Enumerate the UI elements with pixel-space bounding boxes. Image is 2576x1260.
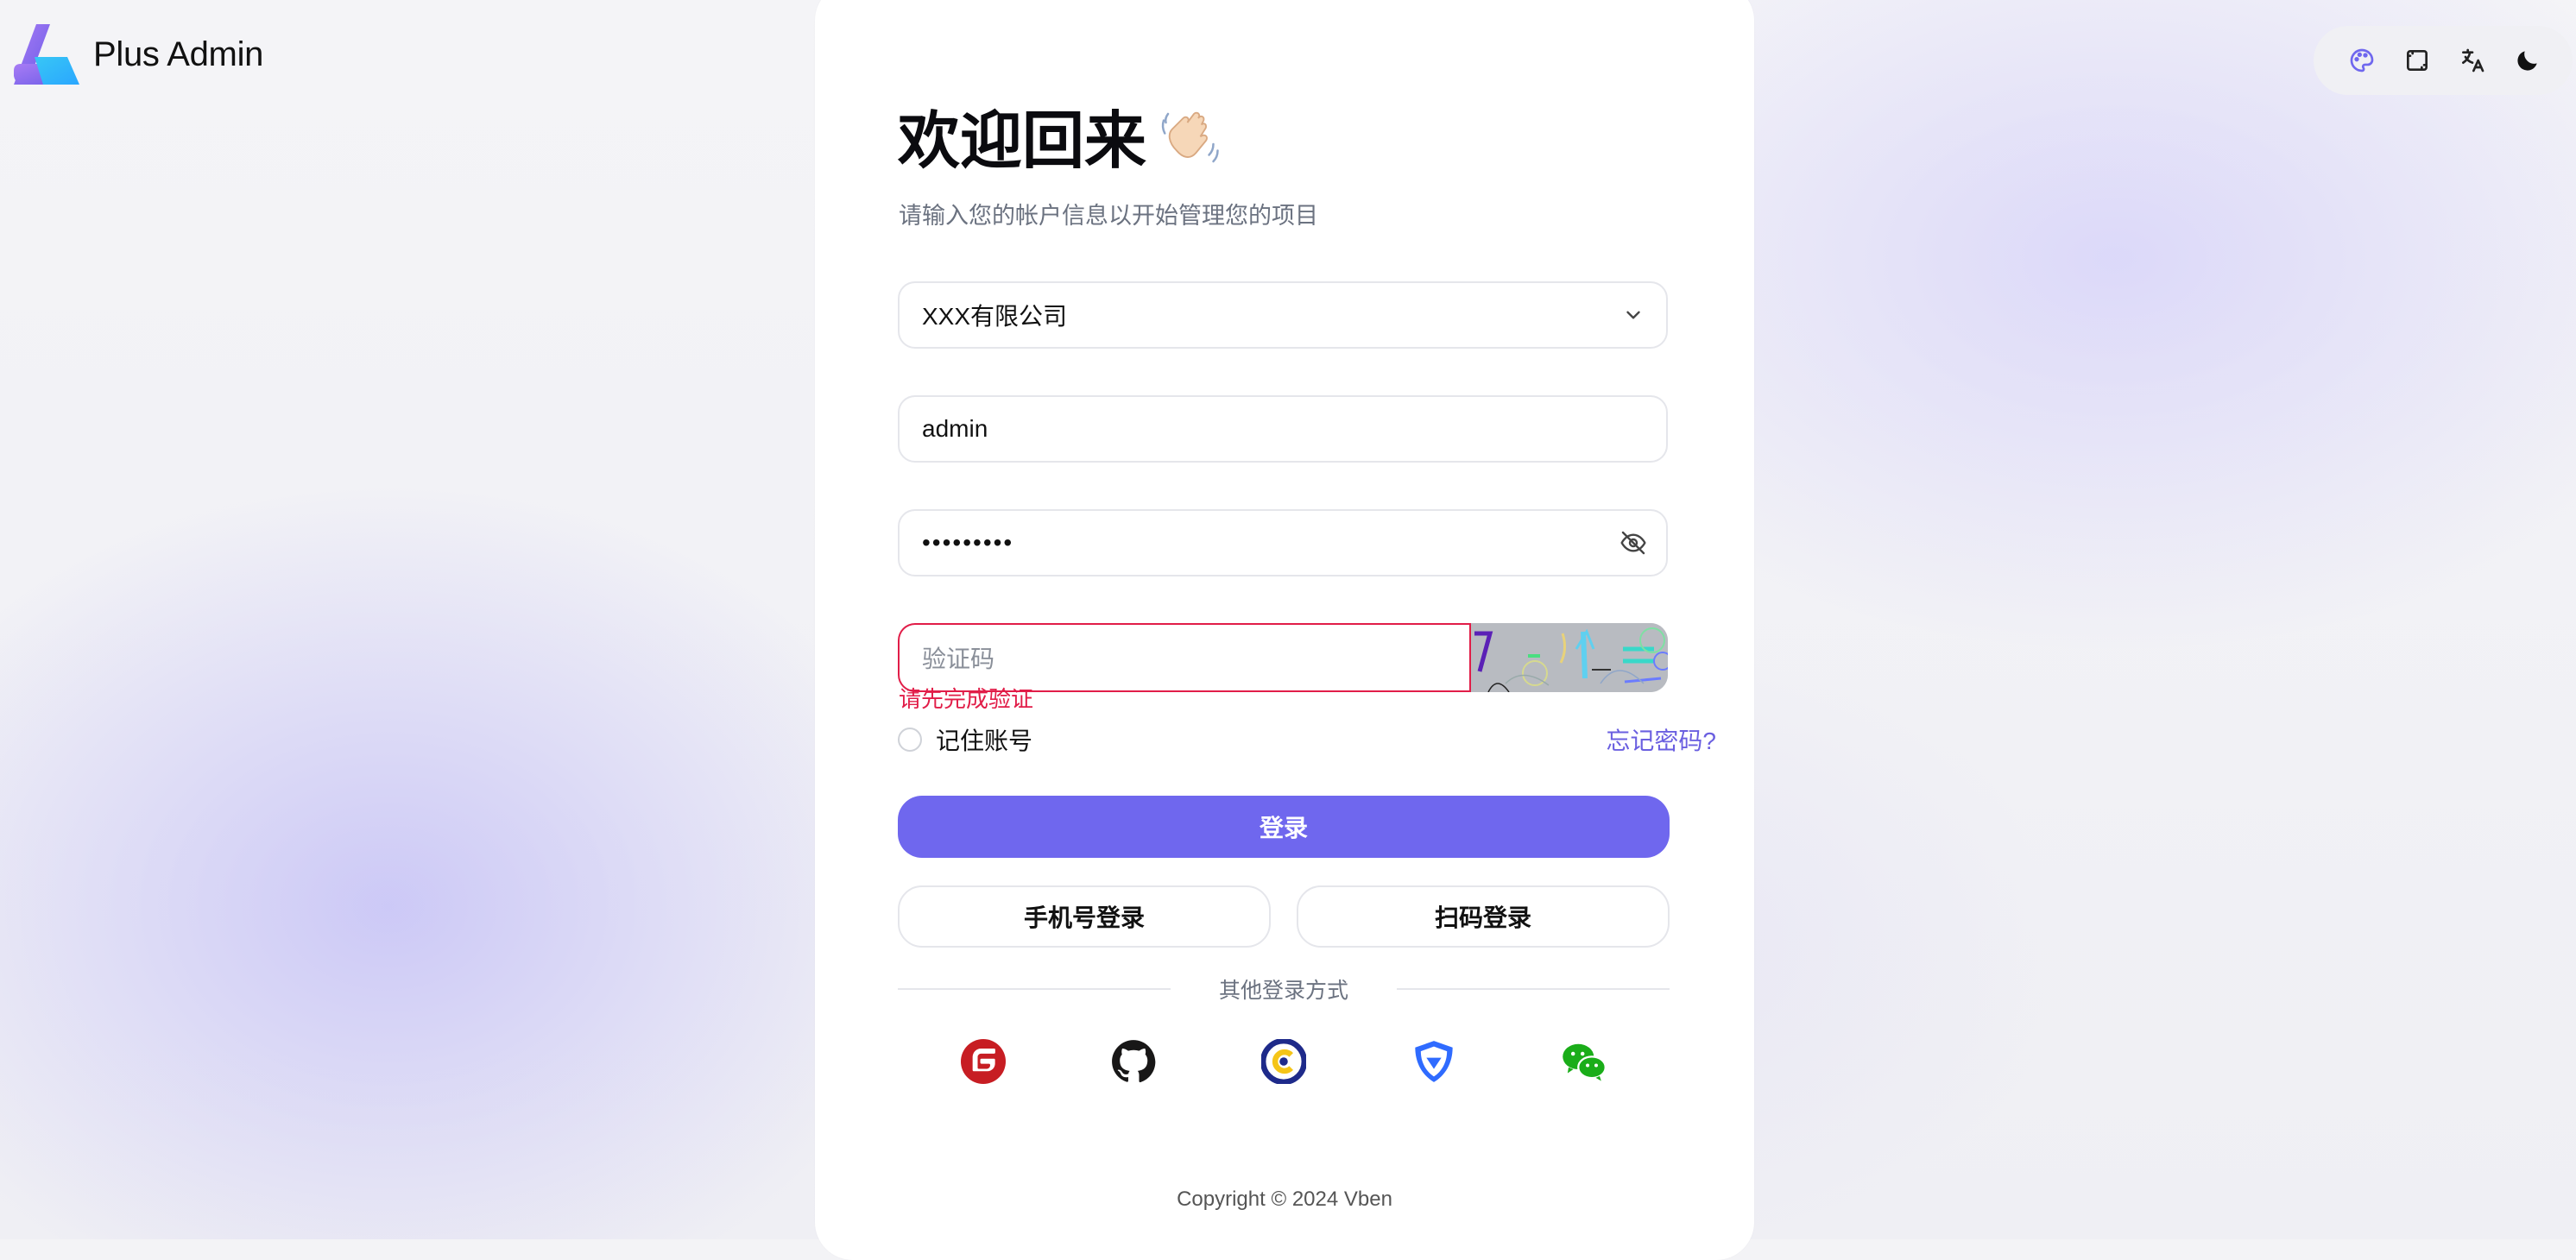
login-subtitle: 请输入您的帐户信息以开始管理您的项目	[899, 203, 1318, 229]
copyright: Copyright © 2024 Vben	[1177, 1188, 1392, 1211]
tenant-select[interactable]: XXX有限公司	[898, 281, 1668, 349]
logo-icon	[14, 24, 79, 85]
login-card: 欢迎回来 请输入您的帐户信息以开始管理您的项目 XXX有限公司 admin ••…	[815, 0, 1754, 1260]
gitee-icon	[961, 1039, 1006, 1084]
maxkey-login-button[interactable]	[1260, 1037, 1308, 1086]
password-input-value: •••••••••	[922, 529, 1014, 556]
tenant-select-value: XXX有限公司	[922, 303, 1068, 330]
login-button[interactable]: 登录	[898, 796, 1670, 858]
login-title-text: 欢迎回来	[898, 107, 1147, 176]
github-icon	[1112, 1040, 1156, 1083]
topiam-login-button[interactable]	[1410, 1037, 1458, 1086]
captcha-image[interactable]	[1471, 623, 1668, 692]
palette-icon	[2350, 48, 2374, 72]
wechat-icon	[1563, 1043, 1607, 1081]
github-login-button[interactable]	[1109, 1037, 1158, 1086]
layout-icon	[2407, 50, 2428, 71]
chevron-down-icon	[1619, 301, 1647, 329]
captcha-placeholder: 验证码	[922, 646, 995, 672]
username-input[interactable]: admin	[898, 395, 1668, 463]
captcha-error: 请先完成验证	[899, 686, 1034, 712]
gitee-login-button[interactable]	[959, 1037, 1007, 1086]
other-login-label: 其他登录方式	[1218, 979, 1349, 1003]
username-input-value: admin	[922, 415, 988, 442]
wechat-login-button[interactable]	[1560, 1037, 1608, 1086]
phone-login-button[interactable]: 手机号登录	[898, 885, 1271, 948]
eye-off-icon[interactable]	[1619, 529, 1647, 557]
topiam-icon	[1415, 1041, 1453, 1082]
header-toolbar	[2314, 26, 2573, 95]
maxkey-icon	[1261, 1039, 1306, 1084]
layout-button[interactable]	[2400, 43, 2434, 78]
moon-icon	[2517, 51, 2537, 71]
remember-account[interactable]: 记住账号	[898, 722, 1032, 757]
waving-hand-icon	[1161, 111, 1219, 162]
remember-checkbox[interactable]	[898, 728, 922, 752]
qr-login-button[interactable]: 扫码登录	[1297, 885, 1670, 948]
app-logo[interactable]: Plus Admin	[9, 22, 263, 86]
remember-label: 记住账号	[936, 728, 1033, 754]
password-input[interactable]: •••••••••	[898, 509, 1668, 576]
other-login-divider: 其他登录方式	[898, 973, 1670, 1003]
theme-color-button[interactable]	[2345, 43, 2379, 78]
login-title: 欢迎回来	[898, 90, 1224, 180]
forgot-password-link[interactable]: 忘记密码?	[1606, 722, 1716, 757]
translate-icon	[2462, 48, 2484, 72]
app-name: Plus Admin	[93, 35, 264, 73]
dark-mode-toggle[interactable]	[2510, 43, 2545, 78]
language-button[interactable]	[2455, 43, 2490, 78]
